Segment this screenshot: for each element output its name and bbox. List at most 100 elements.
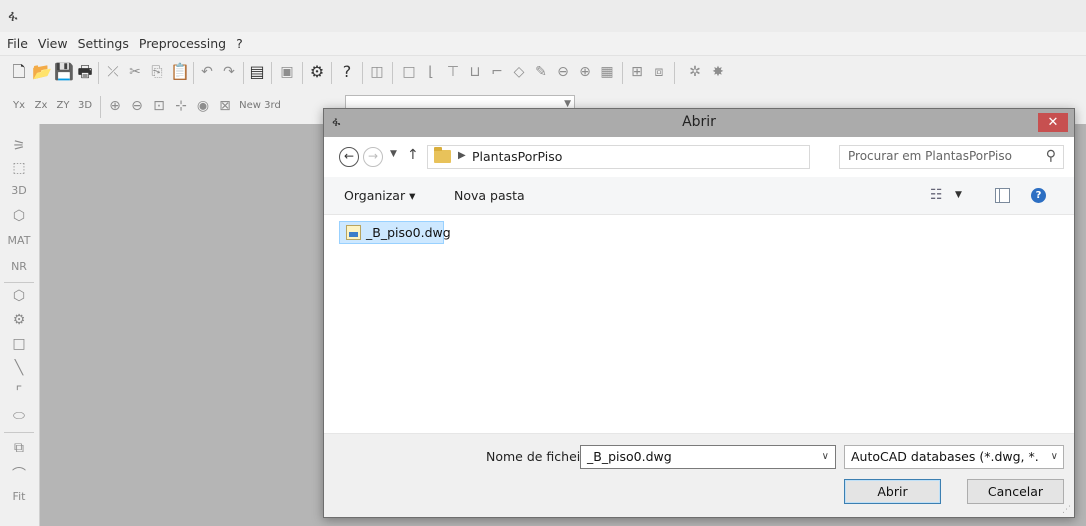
layers-icon[interactable]: ▣ <box>278 58 296 86</box>
zoom-fit-icon[interactable]: ◉ <box>194 92 212 120</box>
zoom-out-icon[interactable]: ⊖ <box>128 92 146 120</box>
view-zx-button[interactable]: Zx <box>30 92 52 120</box>
filetype-select[interactable]: AutoCAD databases (*.dwg, *.d ∨ <box>844 445 1064 469</box>
slot-icon[interactable]: ⬭ <box>4 408 34 424</box>
select-icon[interactable]: ⚞ <box>4 138 34 154</box>
chevron-down-icon[interactable]: ▼ <box>955 190 962 200</box>
u-shape-icon[interactable]: ⊔ <box>466 58 484 86</box>
filename-input[interactable]: _B_piso0.dwg ∨ <box>580 445 836 469</box>
settings-icon[interactable]: ✸ <box>709 58 727 86</box>
zoom-reset-icon[interactable]: ⊠ <box>216 92 234 120</box>
material-button[interactable]: MAT <box>4 234 34 247</box>
3d-icon[interactable]: ⧈ <box>650 58 668 86</box>
l-shape-icon[interactable]: ⌊ <box>422 58 440 86</box>
scissors-icon[interactable]: ⤫ <box>104 58 122 86</box>
zoom-window-icon[interactable]: ⊡ <box>150 92 168 120</box>
gear-icon[interactable]: ✲ <box>686 58 704 86</box>
organize-button[interactable]: Organizar ▾ <box>344 188 415 203</box>
address-bar[interactable]: ▶ PlantasPorPiso ∨ ↻ <box>427 145 902 169</box>
gear-icon[interactable]: ⚙ <box>4 312 34 328</box>
tools-icon[interactable]: ⚙ <box>308 58 326 86</box>
search-icon[interactable]: ⚲ <box>1046 148 1056 164</box>
app-titlebar: ፋ <box>0 0 1086 32</box>
forward-icon[interactable]: → <box>363 147 383 167</box>
open-button[interactable]: Abrir <box>844 479 941 504</box>
breadcrumb-chevron-icon[interactable]: ▶ <box>458 150 466 161</box>
print-icon[interactable]: 🖶 <box>76 58 94 86</box>
new-3rd-button[interactable]: New 3rd <box>238 92 282 120</box>
redo-icon[interactable]: ↷ <box>220 58 238 86</box>
help-icon[interactable]: ? <box>338 58 356 86</box>
cut-icon[interactable]: ✂ <box>126 58 144 86</box>
file-name: _B_piso0.dwg <box>366 225 451 240</box>
duplicate-icon[interactable]: ⧉ <box>4 440 34 456</box>
dialog-titlebar[interactable]: ፋ Abrir ✕ <box>324 109 1074 137</box>
back-icon[interactable]: ← <box>339 147 359 167</box>
fit-button[interactable]: Fit <box>4 490 34 503</box>
nr-button[interactable]: NR <box>4 260 34 273</box>
menu-help[interactable]: ? <box>229 32 246 51</box>
breadcrumb-folder[interactable]: PlantasPorPiso <box>472 149 562 164</box>
step-icon[interactable]: ⌐ <box>488 58 506 86</box>
pencil-icon[interactable]: ✎ <box>532 58 550 86</box>
circle-icon[interactable]: ⊖ <box>554 58 572 86</box>
panel-icon[interactable]: ◫ <box>368 58 386 86</box>
view-zy-button[interactable]: ZY <box>52 92 74 120</box>
shape-icon[interactable]: ⬡ <box>4 288 34 304</box>
recent-locations-chevron-icon[interactable]: ▼ <box>390 149 397 159</box>
dialog-footer: Nome de ficheiro: _B_piso0.dwg ∨ AutoCAD… <box>324 433 1074 517</box>
chevron-down-icon[interactable]: ∨ <box>822 451 829 462</box>
search-input[interactable]: Procurar em PlantasPorPiso ⚲ <box>839 145 1064 169</box>
preview-pane-icon[interactable] <box>995 188 1010 203</box>
search-placeholder: Procurar em PlantasPorPiso <box>848 149 1012 163</box>
navigation-row: ← → ▼ ↑ ▶ PlantasPorPiso ∨ ↻ Procurar em… <box>324 137 1074 177</box>
copy-icon[interactable]: ⎘ <box>148 58 166 86</box>
crosshair-icon[interactable]: ⊕ <box>576 58 594 86</box>
pen-icon[interactable]: ◇ <box>510 58 528 86</box>
up-arrow-icon[interactable]: ↑ <box>407 147 419 163</box>
square-icon[interactable]: □ <box>4 336 34 352</box>
t-shape-icon[interactable]: ⊤ <box>444 58 462 86</box>
corner-icon[interactable]: ⌜ <box>4 384 34 400</box>
new-icon[interactable]: 🗋 <box>10 58 28 86</box>
help-icon[interactable]: ? <box>1031 188 1046 203</box>
menubar: File View Settings Preprocessing? <box>0 32 1086 56</box>
folder-icon <box>434 147 451 163</box>
file-item[interactable]: _B_piso0.dwg <box>339 221 451 244</box>
curve-icon[interactable]: ⌒ <box>4 464 34 484</box>
zoom-pan-icon[interactable]: ⊹ <box>172 92 190 120</box>
save-icon[interactable]: 💾 <box>54 58 74 86</box>
main-toolbar: 🗋 📂 💾 🖶 ⤫ ✂ ⎘ 📋 ↶ ↷ ▤ ▣ ⚙ ? ◫ □ ⌊ ⊤ ⊔ ⌐ … <box>6 58 1066 88</box>
3d-view-button[interactable]: 3D <box>4 184 34 197</box>
menu-preprocessing[interactable]: Preprocessing <box>132 32 229 51</box>
menu-view[interactable]: View <box>31 32 71 51</box>
line-icon[interactable]: ╲ <box>4 360 34 376</box>
file-list[interactable]: _B_piso0.dwg <box>324 215 1074 433</box>
open-file-dialog: ፋ Abrir ✕ ← → ▼ ↑ ▶ PlantasPorPiso ∨ ↻ P… <box>323 108 1075 518</box>
view-options-icon[interactable]: ☷ <box>930 187 943 203</box>
menu-settings[interactable]: Settings <box>71 32 132 51</box>
zoom-in-icon[interactable]: ⊕ <box>106 92 124 120</box>
filetype-value: AutoCAD databases (*.dwg, *.d <box>851 449 1039 464</box>
new-folder-button[interactable]: Nova pasta <box>454 188 525 203</box>
view-yx-button[interactable]: Yx <box>8 92 30 120</box>
paste-icon[interactable]: 📋 <box>170 58 190 86</box>
cancel-button[interactable]: Cancelar <box>967 479 1064 504</box>
dialog-title: Abrir <box>682 114 716 130</box>
chevron-down-icon: ∨ <box>1050 451 1058 462</box>
rect-icon[interactable]: □ <box>400 58 418 86</box>
menu-file[interactable]: File <box>0 32 31 51</box>
polygon-icon[interactable]: ⬡ <box>4 208 34 224</box>
resize-grip-icon[interactable]: ⋰ <box>1062 505 1071 515</box>
view-3d-button[interactable]: 3D <box>74 92 96 120</box>
table-icon[interactable]: ▦ <box>598 58 616 86</box>
grid-icon[interactable]: ⊞ <box>628 58 646 86</box>
undo-icon[interactable]: ↶ <box>198 58 216 86</box>
preview-icon[interactable]: ▤ <box>248 58 266 86</box>
box-select-icon[interactable]: ⬚ <box>4 160 34 176</box>
dialog-body: ← → ▼ ↑ ▶ PlantasPorPiso ∨ ↻ Procurar em… <box>324 137 1074 517</box>
close-icon[interactable]: ✕ <box>1038 113 1068 132</box>
open-icon[interactable]: 📂 <box>32 58 52 86</box>
filename-value: _B_piso0.dwg <box>587 449 672 464</box>
app-logo-icon: ፋ <box>8 7 18 25</box>
